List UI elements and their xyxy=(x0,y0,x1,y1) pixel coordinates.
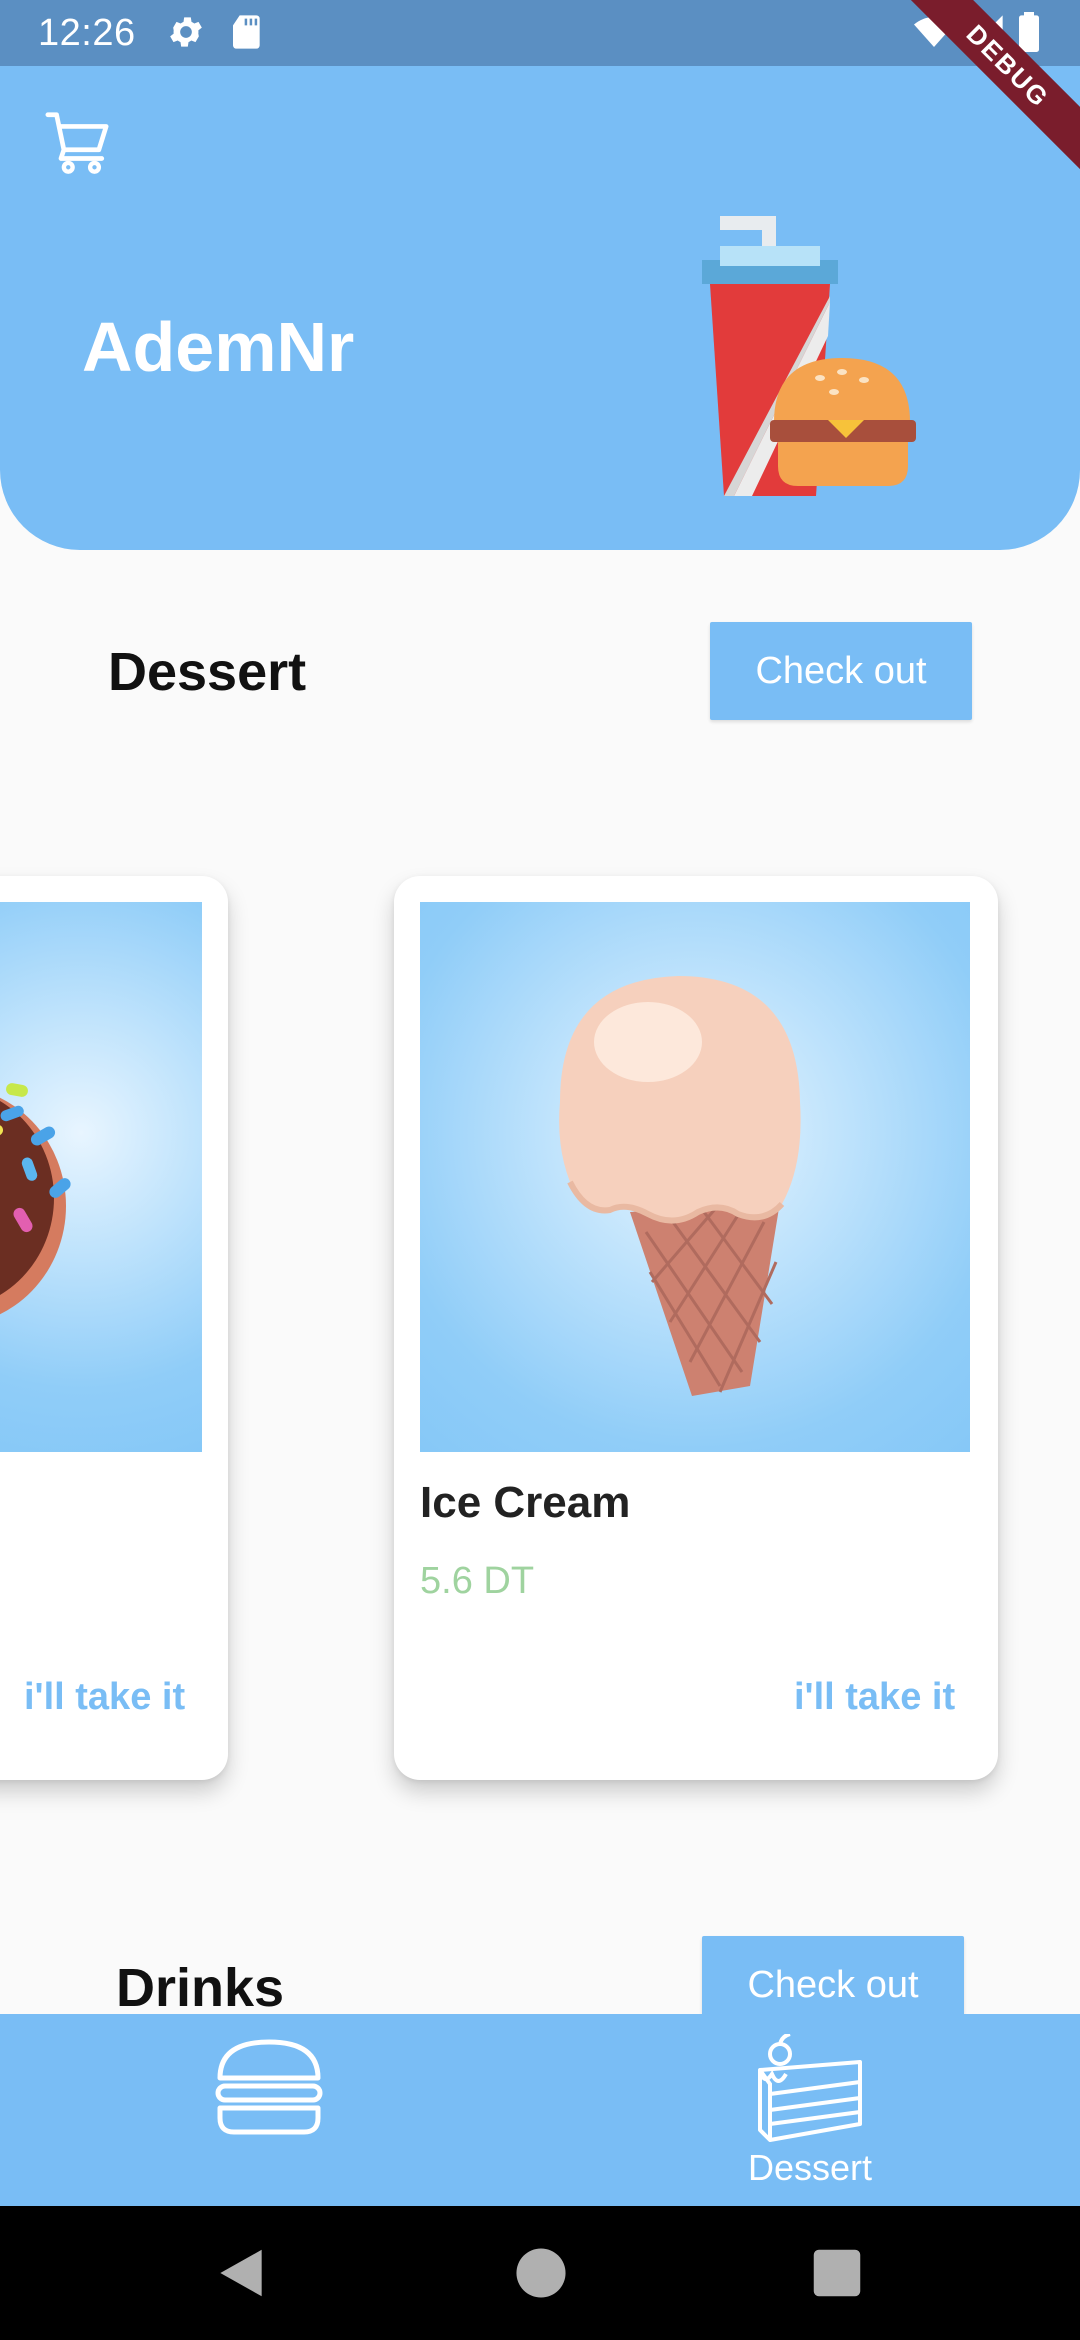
take-it-link[interactable]: i'll take it xyxy=(24,1674,185,1720)
sd-card-icon xyxy=(233,15,260,49)
header: AdemNr xyxy=(0,66,1080,550)
nav-item-burger[interactable] xyxy=(0,2014,540,2206)
cart-icon[interactable] xyxy=(42,106,112,176)
recents-icon[interactable] xyxy=(806,2242,868,2304)
ice-cream-image xyxy=(420,902,970,1452)
ice-cream-illustration xyxy=(559,976,801,1396)
nav-item-dessert[interactable]: Dessert xyxy=(540,2014,1080,2206)
bottom-navigation: Dessert xyxy=(0,2014,1080,2206)
drink-and-burger-illustration xyxy=(702,216,916,496)
take-it-link[interactable]: i'll take it xyxy=(794,1674,955,1720)
card-price: 5.6 DT xyxy=(420,1560,535,1602)
app-title: AdemNr xyxy=(82,308,355,386)
cake-icon xyxy=(758,2034,862,2142)
product-card-donut[interactable]: i'll take it xyxy=(0,876,228,1780)
dessert-checkout-button[interactable]: Check out xyxy=(710,622,972,720)
status-bar: 12:26 DEBUG xyxy=(0,0,1080,174)
product-card-ice-cream[interactable]: Ice Cream 5.6 DT i'll take it xyxy=(394,876,998,1780)
section-title-drinks: Drinks xyxy=(116,1958,285,2018)
donut-image xyxy=(0,902,202,1452)
donut-illustration xyxy=(0,1083,71,1315)
settings-icon xyxy=(170,17,202,47)
home-icon[interactable] xyxy=(510,2242,572,2304)
status-time: 12:26 xyxy=(38,12,136,54)
system-navigation-bar xyxy=(0,2206,1080,2340)
nav-label-dessert: Dessert xyxy=(747,2147,873,2188)
card-name: Ice Cream xyxy=(420,1478,631,1527)
back-icon[interactable] xyxy=(210,2242,272,2304)
burger-icon xyxy=(215,2039,323,2135)
section-title-dessert: Dessert xyxy=(108,642,307,702)
